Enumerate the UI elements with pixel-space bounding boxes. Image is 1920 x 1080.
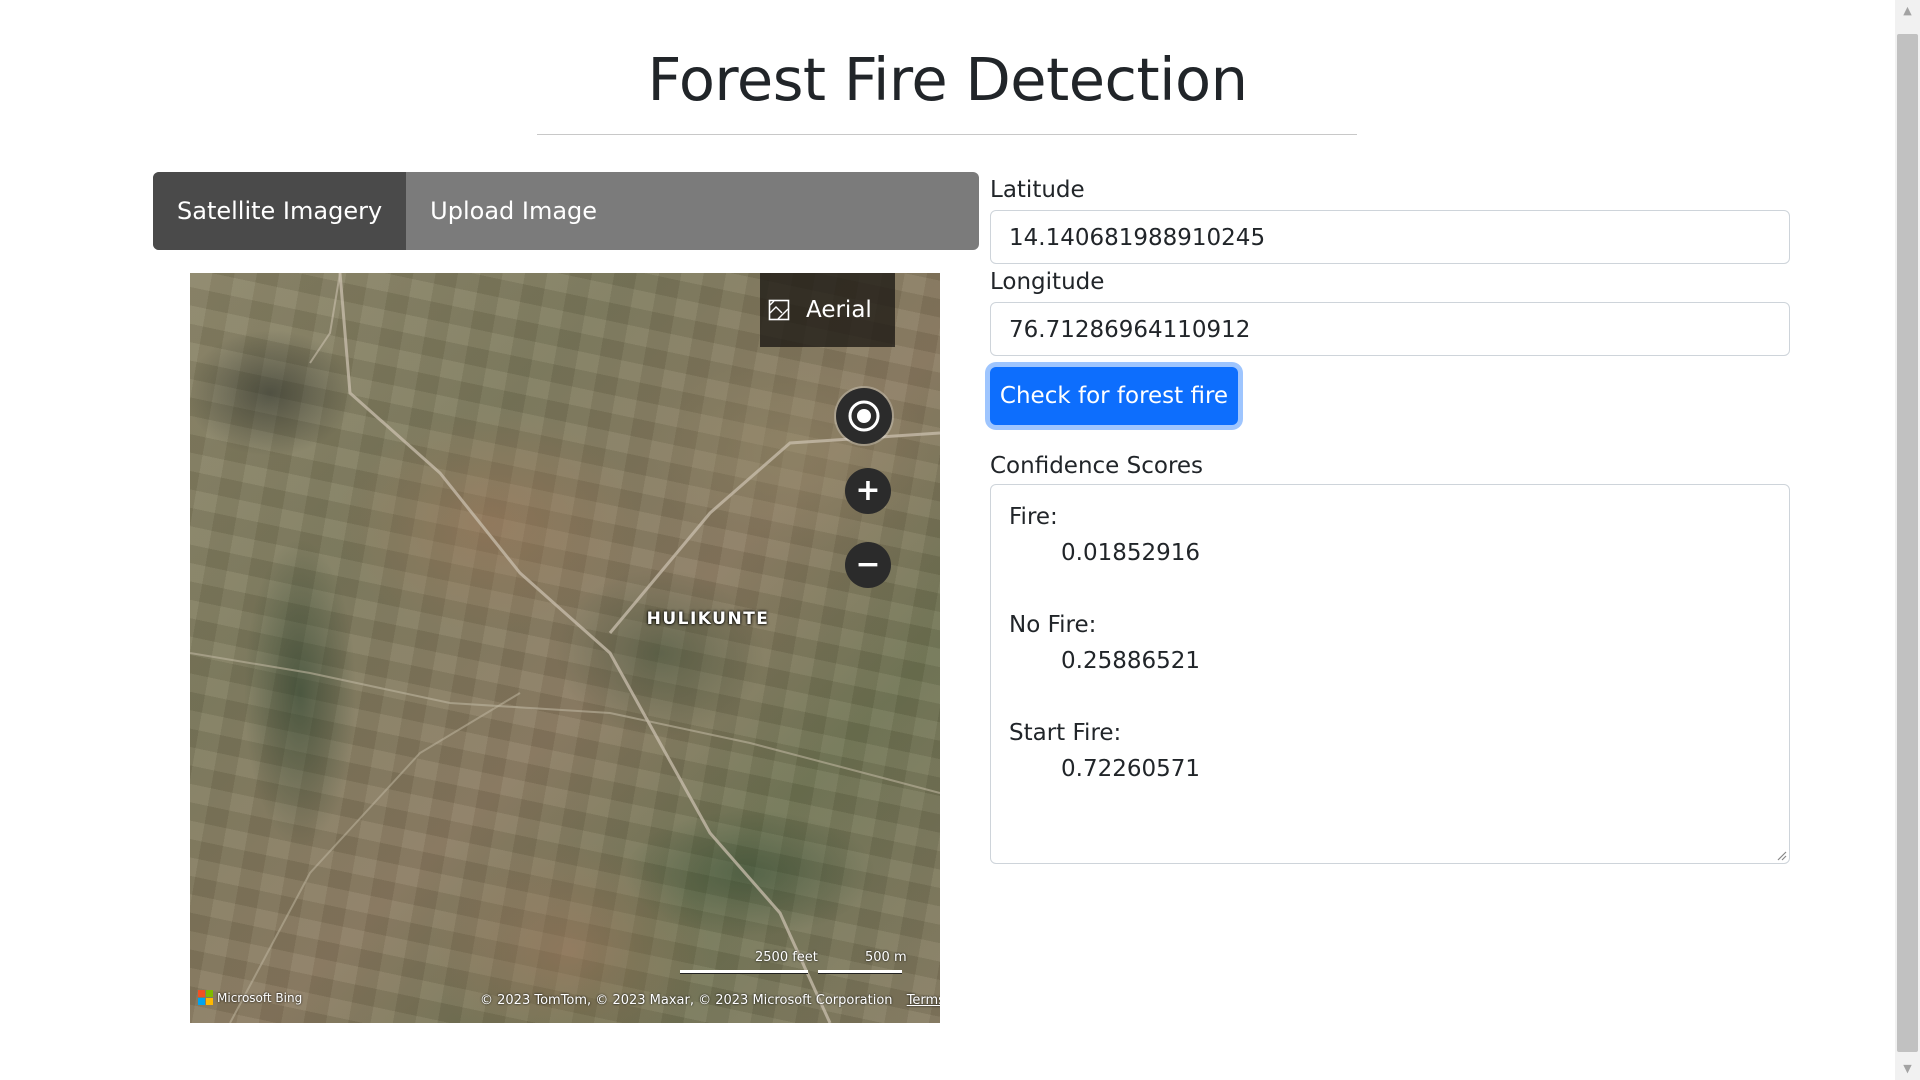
tab-satellite-imagery[interactable]: Satellite Imagery bbox=[153, 172, 407, 250]
scroll-up-arrow-icon[interactable]: ▲ bbox=[1895, 0, 1920, 22]
tab-bar: Satellite Imagery Upload Image bbox=[153, 172, 979, 250]
latitude-input[interactable]: 14.140681988910245 bbox=[990, 210, 1790, 264]
microsoft-logo-icon bbox=[198, 990, 213, 1005]
aerial-view-label: Aerial bbox=[806, 297, 872, 323]
scale-meters-label: 500 m bbox=[865, 950, 907, 965]
score-label-no-fire: No Fire: bbox=[1009, 612, 1097, 638]
longitude-input[interactable]: 76.71286964110912 bbox=[990, 302, 1790, 356]
map-copyright: © 2023 TomTom, © 2023 Maxar, © 2023 Micr… bbox=[480, 993, 940, 1008]
score-value-fire: 0.01852916 bbox=[1061, 540, 1201, 566]
plus-icon: + bbox=[855, 473, 881, 508]
locate-me-button[interactable] bbox=[836, 388, 892, 444]
aerial-view-button[interactable]: Aerial bbox=[760, 273, 895, 347]
latitude-label: Latitude bbox=[990, 177, 1085, 203]
score-label-start-fire: Start Fire: bbox=[1009, 720, 1122, 746]
score-value-no-fire: 0.25886521 bbox=[1061, 648, 1201, 674]
map-place-label: HULIKUNTE bbox=[646, 609, 770, 629]
page-title: Forest Fire Detection bbox=[647, 45, 1248, 114]
confidence-scores-textarea[interactable]: Fire: 0.01852916 No Fire: 0.25886521 Sta… bbox=[990, 484, 1790, 864]
locate-me-icon bbox=[848, 400, 880, 432]
scrollbar-thumb[interactable] bbox=[1897, 34, 1918, 1052]
scale-bar-feet bbox=[680, 970, 808, 974]
score-label-fire: Fire: bbox=[1009, 504, 1058, 530]
title-divider bbox=[537, 134, 1357, 135]
map-copyright-text: © 2023 TomTom, © 2023 Maxar, © 2023 Micr… bbox=[480, 993, 893, 1008]
zoom-in-button[interactable]: + bbox=[845, 468, 891, 514]
terms-link[interactable]: Terms bbox=[907, 993, 940, 1008]
check-for-forest-fire-button[interactable]: Check for forest fire bbox=[990, 367, 1238, 425]
page-scrollbar[interactable]: ▲ ▼ bbox=[1895, 0, 1920, 1080]
score-value-start-fire: 0.72260571 bbox=[1061, 756, 1201, 782]
longitude-label: Longitude bbox=[990, 269, 1105, 295]
confidence-scores-label: Confidence Scores bbox=[990, 453, 1204, 479]
page: Forest Fire Detection Satellite Imagery … bbox=[0, 0, 1920, 1080]
microsoft-bing-logo: Microsoft Bing bbox=[198, 990, 302, 1005]
resize-handle-icon[interactable] bbox=[1775, 849, 1787, 861]
aerial-view-icon bbox=[768, 299, 790, 321]
scroll-down-arrow-icon[interactable]: ▼ bbox=[1895, 1058, 1920, 1080]
tab-upload-image[interactable]: Upload Image bbox=[406, 172, 621, 250]
map-provider-label: Microsoft Bing bbox=[217, 990, 303, 1005]
satellite-map[interactable]: HULIKUNTE Aerial + − 2500 feet 500 m Mic… bbox=[190, 273, 940, 1023]
scale-feet-label: 2500 feet bbox=[755, 950, 818, 965]
minus-icon: − bbox=[855, 547, 881, 582]
map-roads bbox=[190, 273, 940, 1023]
scale-bar-meters bbox=[818, 970, 902, 974]
zoom-out-button[interactable]: − bbox=[845, 542, 891, 588]
